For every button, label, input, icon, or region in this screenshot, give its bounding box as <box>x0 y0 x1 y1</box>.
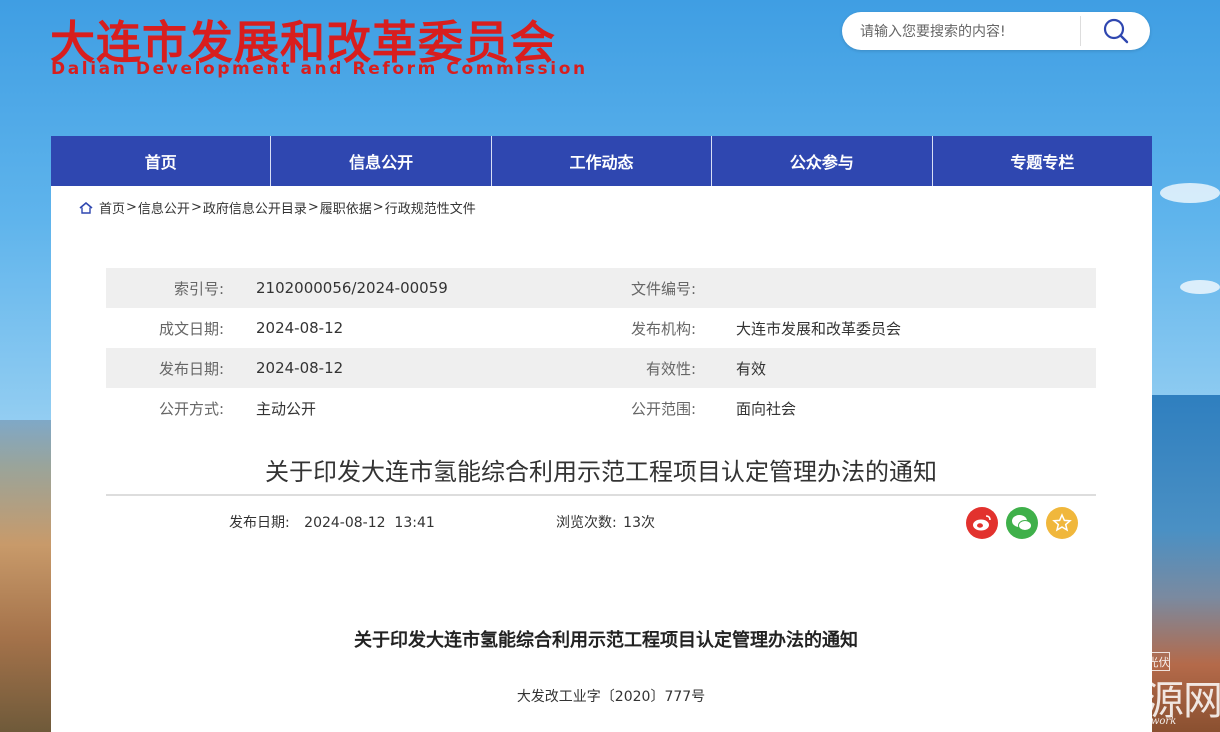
meta-label: 成文日期: <box>158 319 224 338</box>
meta-row: 公开方式: 主动公开 公开范围: 面向社会 <box>106 388 1096 428</box>
favorite-star-icon <box>1052 513 1072 532</box>
nav-item-home[interactable]: 首页 <box>51 136 272 186</box>
breadcrumb-item-normative-documents[interactable]: 行政规范性文件 <box>385 198 476 217</box>
meta-value: 2024-08-12 <box>256 359 344 377</box>
search-icon <box>1103 18 1129 44</box>
meta-label: 索引号: <box>173 279 224 298</box>
share-weibo-button[interactable] <box>966 507 998 539</box>
meta-label: 文件编号: <box>630 279 696 298</box>
cloud <box>1160 183 1220 203</box>
title-divider <box>106 494 1096 496</box>
nav-item-work-news[interactable]: 工作动态 <box>492 136 713 186</box>
home-icon <box>79 201 93 214</box>
meta-label: 公开范围: <box>630 399 696 418</box>
publish-date: 发布日期: 2024-08-12 13:41 <box>229 512 435 532</box>
share-wechat-button[interactable] <box>1006 507 1038 539</box>
publish-date-label: 发布日期: <box>229 515 290 531</box>
document-title: 关于印发大连市氢能综合利用示范工程项目认定管理办法的通知 <box>265 458 937 486</box>
view-count-label: 浏览次数: <box>556 515 617 531</box>
meta-row: 索引号: 2102000056/2024-00059 文件编号: <box>106 268 1096 308</box>
breadcrumb-item-catalog[interactable]: 政府信息公开目录 <box>203 198 307 217</box>
breadcrumb-item-info-disclosure[interactable]: 信息公开 <box>138 198 190 217</box>
meta-label: 公开方式: <box>158 399 224 418</box>
meta-row: 发布日期: 2024-08-12 有效性: 有效 <box>106 348 1096 388</box>
breadcrumb-separator: > <box>190 200 202 215</box>
document-meta-table: 索引号: 2102000056/2024-00059 文件编号: 成文日期: 2… <box>106 268 1096 428</box>
publish-date-value: 2024-08-12 13:41 <box>304 515 435 531</box>
document-number: 大发改工业字〔2020〕777号 <box>516 689 706 705</box>
view-count-value: 13次 <box>623 515 655 531</box>
breadcrumb: 首页 > 信息公开 > 政府信息公开目录 > 履职依据 > 行政规范性文件 <box>79 198 476 217</box>
breadcrumb-item-duty-basis[interactable]: 履职依据 <box>320 198 372 217</box>
search-bar <box>842 12 1150 52</box>
breadcrumb-separator: > <box>372 200 384 215</box>
breadcrumb-separator: > <box>307 200 319 215</box>
meta-label: 有效性: <box>645 359 696 378</box>
favorite-button[interactable] <box>1046 507 1078 539</box>
meta-label: 发布日期: <box>158 359 224 378</box>
meta-label: 发布机构: <box>630 319 696 338</box>
wechat-icon <box>1012 515 1032 531</box>
search-button[interactable] <box>1088 16 1144 46</box>
meta-value: 面向社会 <box>736 399 797 418</box>
content-panel: 首页 > 信息公开 > 政府信息公开目录 > 履职依据 > 行政规范性文件 索引… <box>51 186 1152 732</box>
watermark-english: Century new energy network <box>1028 716 1177 727</box>
meta-value: 2102000056/2024-00059 <box>256 279 448 297</box>
meta-value: 2024-08-12 <box>256 319 344 337</box>
meta-value: 有效 <box>736 359 767 378</box>
search-input[interactable] <box>858 12 1082 52</box>
meta-value: 大连市发展和改革委员会 <box>736 319 902 338</box>
body-title: 关于印发大连市氢能综合利用示范工程项目认定管理办法的通知 <box>354 630 858 651</box>
city-scenery-left <box>0 420 52 732</box>
breadcrumb-item-home[interactable]: 首页 <box>99 198 125 217</box>
meta-value: 主动公开 <box>256 399 317 418</box>
nav-item-special-topics[interactable]: 专题专栏 <box>933 136 1152 186</box>
search-divider <box>1080 16 1081 46</box>
meta-row: 成文日期: 2024-08-12 发布机构: 大连市发展和改革委员会 <box>106 308 1096 348</box>
view-count: 浏览次数: 13次 <box>556 512 655 532</box>
breadcrumb-separator: > <box>126 200 137 215</box>
main-nav: 首页 信息公开 工作动态 公众参与 专题专栏 <box>51 136 1152 186</box>
nav-item-info-disclosure[interactable]: 信息公开 <box>271 136 492 186</box>
cloud <box>1180 280 1220 294</box>
weibo-icon <box>973 515 991 531</box>
nav-item-public-participation[interactable]: 公众参与 <box>712 136 933 186</box>
site-logo-english: Dalian Development and Reform Commission <box>51 59 588 79</box>
